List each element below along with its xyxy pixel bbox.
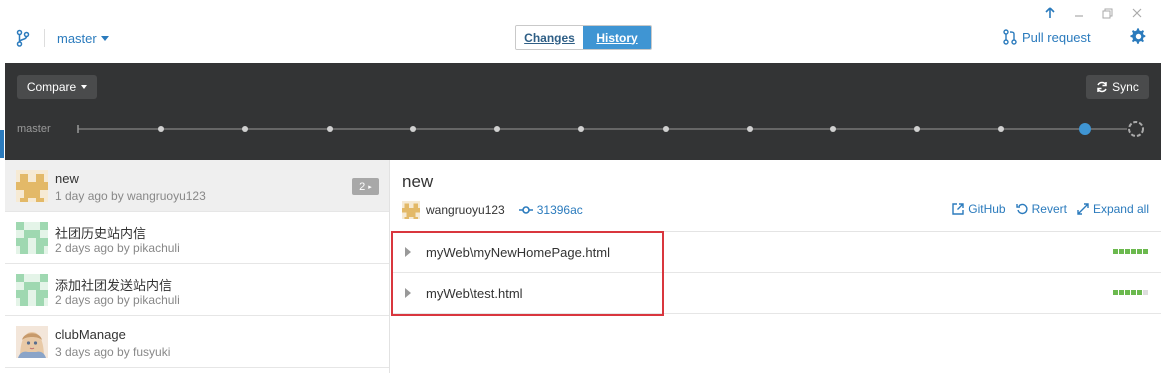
branch-icon — [16, 29, 30, 47]
commit-detail: new wangruoyu123 31396ac GitHub Revert E… — [391, 160, 1161, 373]
commit-title: new — [55, 171, 79, 186]
change-bar — [1113, 290, 1148, 295]
commit-meta: 2 days ago by pikachuli — [55, 241, 180, 255]
commit-detail-title: new — [402, 172, 434, 191]
timeline-band: Compare Sync master — [5, 63, 1161, 160]
avatar — [402, 201, 420, 219]
commit-title: clubManage — [55, 327, 126, 342]
commit-actions: GitHub Revert Expand all — [952, 202, 1149, 216]
branch-selector[interactable]: master — [16, 28, 109, 48]
close-icon[interactable] — [1122, 4, 1151, 22]
branch-name[interactable]: master — [57, 31, 97, 46]
commit-timeline — [77, 121, 1144, 137]
view-switcher: Changes History — [515, 25, 652, 50]
avatar — [16, 170, 48, 202]
pull-request-icon — [1003, 29, 1017, 45]
gear-icon[interactable] — [1130, 28, 1147, 45]
timeline-commit-dot[interactable] — [242, 126, 248, 132]
timeline-selected-commit[interactable] — [1079, 123, 1091, 135]
change-bar — [1113, 249, 1148, 254]
change-bar-segment — [1119, 290, 1124, 295]
timeline-commit-dot[interactable] — [410, 126, 416, 132]
expand-all-button[interactable]: Expand all — [1077, 202, 1149, 216]
change-bar-segment — [1137, 249, 1142, 254]
tab-changes[interactable]: Changes — [516, 26, 583, 49]
pull-request-label: Pull request — [1022, 29, 1091, 45]
timeline-commit-dot[interactable] — [327, 126, 333, 132]
change-bar-segment — [1131, 290, 1136, 295]
timeline-commit-dot[interactable] — [747, 126, 753, 132]
file-row[interactable]: myWeb\myNewHomePage.html — [391, 232, 1161, 273]
change-bar-segment — [1137, 290, 1142, 295]
commit-meta: 2 days ago by pikachuli — [55, 293, 180, 307]
avatar — [16, 326, 48, 358]
badge-count: 2 — [359, 180, 366, 193]
file-name: myWeb\myNewHomePage.html — [426, 245, 610, 260]
commit-title: 添加社团发送站内信 — [55, 278, 173, 293]
commit-sha: 31396ac — [536, 203, 583, 217]
left-edge-marker — [0, 130, 4, 158]
branch-divider — [44, 29, 45, 47]
list-item[interactable]: 社团历史站内信 2 days ago by pikachuli — [5, 212, 389, 264]
list-item[interactable]: clubManage 3 days ago by fusyuki — [5, 316, 389, 368]
expand-arrow-icon[interactable] — [405, 288, 411, 298]
revert-label: Revert — [1031, 202, 1067, 216]
file-count-badge[interactable]: 2 ▸ — [352, 178, 379, 195]
expand-arrow-icon[interactable] — [405, 247, 411, 257]
change-bar-segment — [1143, 290, 1148, 295]
timeline-uncommitted[interactable] — [1128, 121, 1144, 137]
file-name: myWeb\test.html — [426, 286, 523, 301]
toolbar: master Changes History Pull request — [0, 0, 1161, 62]
change-bar-segment — [1125, 249, 1130, 254]
timeline-commit-dot[interactable] — [830, 126, 836, 132]
restore-icon[interactable] — [1093, 4, 1122, 22]
tab-history[interactable]: History — [583, 26, 651, 49]
github-label: GitHub — [968, 202, 1006, 216]
timeline-commit-dot[interactable] — [663, 126, 669, 132]
commit-author-row: wangruoyu123 31396ac — [402, 200, 583, 220]
minimize-icon[interactable] — [1064, 4, 1093, 22]
expand-icon — [1077, 203, 1089, 215]
change-bar-segment — [1113, 290, 1118, 295]
timeline-commit-dot[interactable] — [494, 126, 500, 132]
timeline-commit-dot[interactable] — [158, 126, 164, 132]
update-arrow-icon[interactable] — [1035, 4, 1064, 22]
list-item[interactable]: 添加社团发送站内信 2 days ago by pikachuli — [5, 264, 389, 316]
commit-author: wangruoyu123 — [426, 203, 505, 217]
file-row[interactable]: myWeb\test.html — [391, 273, 1161, 314]
change-bar-segment — [1143, 249, 1148, 254]
revert-icon — [1015, 203, 1028, 215]
revert-button[interactable]: Revert — [1015, 202, 1067, 216]
pull-request-button[interactable]: Pull request — [1003, 29, 1091, 45]
change-bar-segment — [1119, 249, 1124, 254]
commit-meta: 3 days ago by fusyuki — [55, 345, 171, 359]
external-link-icon — [952, 203, 964, 215]
window-controls — [1035, 4, 1151, 22]
timeline-commit-dot[interactable] — [998, 126, 1004, 132]
change-bar-segment — [1131, 249, 1136, 254]
timeline-commit-dot[interactable] — [914, 126, 920, 132]
timeline-commit-dot[interactable] — [578, 126, 584, 132]
change-bar-segment — [1113, 249, 1118, 254]
commit-icon — [518, 206, 533, 214]
change-bar-segment — [1125, 290, 1130, 295]
expand-all-label: Expand all — [1092, 202, 1149, 216]
commit-sha-link[interactable]: 31396ac — [518, 203, 583, 217]
avatar — [16, 222, 48, 254]
list-item[interactable]: new 1 day ago by wangruoyu123 2 ▸ — [5, 160, 389, 212]
avatar — [16, 274, 48, 306]
commit-meta: 1 day ago by wangruoyu123 — [55, 189, 206, 203]
commit-list: new 1 day ago by wangruoyu123 2 ▸ 社团历史站内… — [5, 160, 390, 373]
commit-title: 社团历史站内信 — [55, 226, 147, 241]
chevron-right-icon: ▸ — [368, 183, 372, 191]
chevron-down-icon — [100, 35, 109, 41]
github-link[interactable]: GitHub — [952, 202, 1006, 216]
